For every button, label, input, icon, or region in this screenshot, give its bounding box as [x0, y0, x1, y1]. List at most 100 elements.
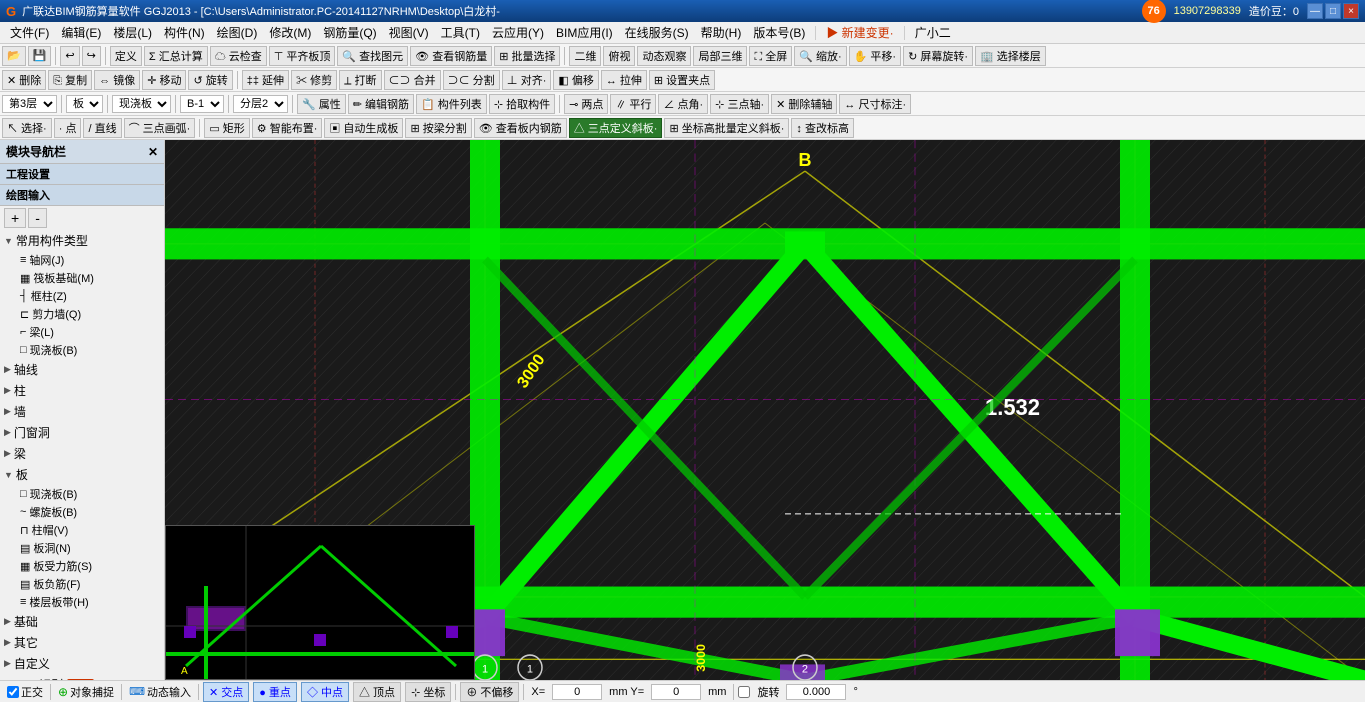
tb-pan-button[interactable]: ✋ 平移· — [849, 46, 901, 66]
sidebar-group-col-header[interactable]: ▶ 柱 — [0, 380, 164, 401]
sidebar-group-cad-header[interactable]: ▶ CAD识别 NEW — [0, 674, 164, 680]
tb-del-axis-button[interactable]: ✕ 删除辅轴 — [771, 94, 837, 114]
sidebar-item-spiral-slab[interactable]: ~螺旋板(B) — [0, 503, 164, 521]
sidebar-group-col[interactable]: ▶ 柱 — [0, 380, 164, 401]
sidebar-item-slab[interactable]: □现浇板(B) — [0, 341, 164, 359]
snap-midpoint-btn[interactable]: ◇ 中点 — [301, 682, 349, 702]
tb-rotate-button[interactable]: ↻ 屏幕旋转· — [903, 46, 973, 66]
sidebar-add-button[interactable]: + — [4, 208, 26, 228]
sidebar-group-axis-header[interactable]: ▶ 轴线 — [0, 359, 164, 380]
sidebar-group-slab-header[interactable]: ▼ 板 — [0, 464, 164, 485]
tb-coord-slope-button[interactable]: ⊞ 坐标高批量定义斜板· — [664, 118, 789, 138]
sidebar-group-other[interactable]: ▶ 其它 — [0, 632, 164, 653]
snap-no-offset-btn[interactable]: ⊕ 不偏移 — [460, 682, 519, 702]
status-y-input[interactable] — [651, 684, 701, 700]
menu-help[interactable]: 帮助(H) — [695, 22, 748, 43]
sidebar-group-door[interactable]: ▶ 门窗洞 — [0, 422, 164, 443]
tb-grip-button[interactable]: ⊞ 设置夹点 — [649, 70, 715, 90]
status-rotate-input[interactable] — [786, 684, 846, 700]
menu-component[interactable]: 构件(N) — [158, 22, 211, 43]
sidebar-group-axis[interactable]: ▶ 轴线 — [0, 359, 164, 380]
sidebar-item-shear-wall[interactable]: ⊏剪力墙(Q) — [0, 305, 164, 323]
tb-split-button[interactable]: ⊃⊂ 分割 — [443, 70, 500, 90]
window-controls[interactable]: — □ × — [1307, 3, 1359, 19]
close-button[interactable]: × — [1343, 3, 1359, 19]
tb-redo-button[interactable]: ↪ — [82, 46, 101, 66]
sidebar-item-slab-neg[interactable]: ▤板负筋(F) — [0, 575, 164, 593]
tb-local-3d-button[interactable]: 局部三维 — [693, 46, 747, 66]
sidebar-group-beam-header[interactable]: ▶ 梁 — [0, 443, 164, 464]
menu-file[interactable]: 文件(F) — [4, 22, 55, 43]
tb-auto-gen-board-button[interactable]: ▣ 自动生成板 — [324, 118, 403, 138]
sidebar-group-beam[interactable]: ▶ 梁 — [0, 443, 164, 464]
snap-intersection-btn[interactable]: ✕ 交点 — [203, 682, 249, 702]
tb-stretch-button[interactable]: ↔ 拉伸 — [601, 70, 647, 90]
tb-offset-button[interactable]: ◧ 偏移 — [553, 70, 598, 90]
type-select[interactable]: 板 — [66, 95, 103, 113]
status-x-input[interactable] — [552, 684, 602, 700]
code-select[interactable]: B-1 — [180, 95, 224, 113]
tb-view-rebar-button[interactable]: 👁 查看钢筋量 — [410, 46, 492, 66]
tb-arc-draw-button[interactable]: ⌒ 三点画弧· — [124, 118, 196, 138]
maximize-button[interactable]: □ — [1325, 3, 1341, 19]
minimize-button[interactable]: — — [1307, 3, 1323, 19]
sidebar-group-wall[interactable]: ▶ 墙 — [0, 401, 164, 422]
tb-define-slope-button[interactable]: △ 三点定义斜板· — [569, 118, 663, 138]
tb-view-board-rebar-button[interactable]: 👁 查看板内钢筋 — [474, 118, 567, 138]
tb-undo-button[interactable]: ↩ — [60, 46, 79, 66]
tb-define-button[interactable]: 定义 — [110, 46, 142, 66]
sidebar-group-cad[interactable]: ▶ CAD识别 NEW — [0, 674, 164, 680]
tb-open-button[interactable]: 📂 — [2, 46, 26, 66]
sidebar-close-icon[interactable]: ✕ — [148, 145, 158, 159]
tb-fullscreen-button[interactable]: ⛶ 全屏 — [749, 46, 792, 66]
sidebar-group-common[interactable]: ▼ 常用构件类型 ≡轴网(J) ▦筏板基础(M) ┤框柱(Z) ⊏剪力墙(Q) … — [0, 230, 164, 359]
tb-dim-button[interactable]: ↔ 尺寸标注· — [839, 94, 911, 114]
menu-bim[interactable]: BIM应用(I) — [550, 22, 619, 43]
tb-cloud-check-button[interactable]: ☁ 云检查 — [210, 46, 267, 66]
sidebar-item-cast-slab[interactable]: □现浇板(B) — [0, 485, 164, 503]
sidebar-item-axis[interactable]: ≡轴网(J) — [0, 251, 164, 269]
tb-two-point-button[interactable]: ⊸ 两点 — [564, 94, 608, 114]
tb-copy-button[interactable]: ⎘ 复制 — [48, 70, 92, 90]
sidebar-group-other-header[interactable]: ▶ 其它 — [0, 632, 164, 653]
tb-dynamic-obs-button[interactable]: 动态观察 — [637, 46, 691, 66]
sidebar-group-foundation-header[interactable]: ▶ 基础 — [0, 611, 164, 632]
menu-new-change[interactable]: ▶ 新建变更· — [820, 22, 899, 43]
sidebar-group-common-header[interactable]: ▼ 常用构件类型 — [0, 230, 164, 251]
tb-smart-place-button[interactable]: ⚙ 智能布置· — [252, 118, 323, 138]
sidebar-item-column[interactable]: ┤框柱(Z) — [0, 287, 164, 305]
floor-select[interactable]: 第3层 — [2, 95, 57, 113]
sidebar-section-draw[interactable]: 绘图输入 — [0, 185, 164, 206]
menu-view[interactable]: 视图(V) — [383, 22, 435, 43]
tb-top-view-button[interactable]: 俯视 — [603, 46, 635, 66]
tb-edit-rebar-button[interactable]: ✏ 编辑钢筋 — [348, 94, 414, 114]
tb-batch-select-button[interactable]: ⊞ 批量选择 — [494, 46, 560, 66]
menu-edit[interactable]: 编辑(E) — [55, 22, 107, 43]
sidebar-group-custom-header[interactable]: ▶ 自定义 — [0, 653, 164, 674]
subtype-select[interactable]: 现浇板 — [112, 95, 171, 113]
orthogonal-checkbox[interactable] — [7, 686, 19, 698]
layer-select[interactable]: 分层2 — [233, 95, 288, 113]
tb-break-button[interactable]: ⟂ 打断 — [339, 70, 381, 90]
canvas-area[interactable]: B 3000 1.532 690 .690 tE 1 1 2 A 3000 — [165, 140, 1365, 680]
sidebar-remove-button[interactable]: - — [28, 208, 47, 228]
tb-three-point-axis-button[interactable]: ⊹ 三点轴· — [710, 94, 769, 114]
tb-extend-button[interactable]: ‡‡ 延伸 — [242, 70, 289, 90]
tb-move-button[interactable]: ✛ 移动 — [142, 70, 186, 90]
sidebar-group-foundation[interactable]: ▶ 基础 — [0, 611, 164, 632]
snap-vertex-btn[interactable]: △ 顶点 — [353, 682, 401, 702]
sidebar-item-floor-belt[interactable]: ≡楼层板带(H) — [0, 593, 164, 611]
sidebar-section-project[interactable]: 工程设置 — [0, 164, 164, 185]
sidebar-group-wall-header[interactable]: ▶ 墙 — [0, 401, 164, 422]
tb-merge-button[interactable]: ⊂⊃ 合并 — [384, 70, 441, 90]
menu-online[interactable]: 在线服务(S) — [619, 22, 695, 43]
sidebar-item-col-cap[interactable]: ⊓柱帽(V) — [0, 521, 164, 539]
tb-rotate-mod-button[interactable]: ↺ 旋转 — [188, 70, 232, 90]
tb-line-draw-button[interactable]: / 直线 — [83, 118, 121, 138]
tb-find-button[interactable]: 🔍 查找图元 — [337, 46, 408, 66]
tb-align-top-button[interactable]: ⊤ 平齐板顶 — [269, 46, 336, 66]
tb-delete-button[interactable]: ✕ 删除 — [2, 70, 46, 90]
sidebar-item-raft[interactable]: ▦筏板基础(M) — [0, 269, 164, 287]
menu-modify[interactable]: 修改(M) — [263, 22, 317, 43]
menu-floor[interactable]: 楼层(L) — [107, 22, 158, 43]
